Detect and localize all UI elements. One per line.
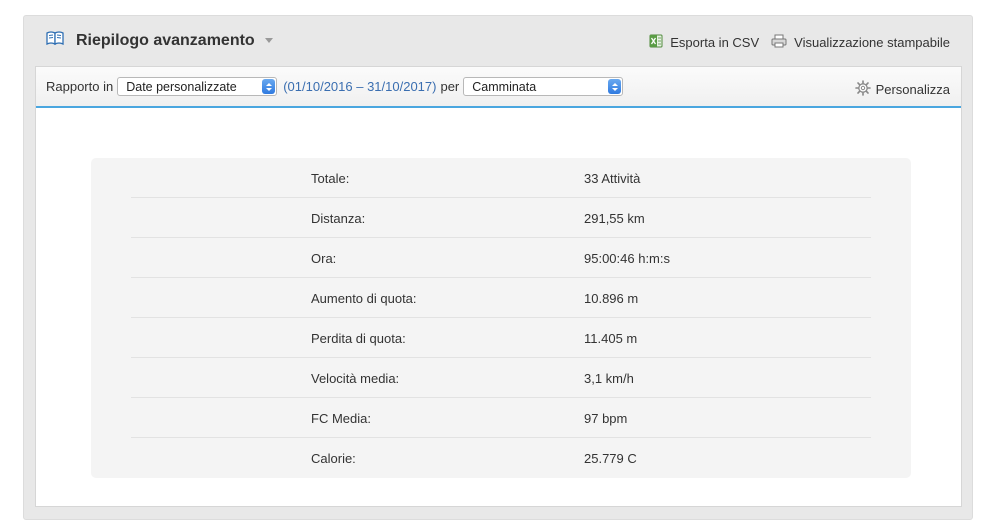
date-range-link[interactable]: (01/10/2016 – 31/10/2017) — [283, 79, 436, 94]
stat-row-distance: Distanza: 291,55 km — [131, 198, 871, 238]
report-in-label: Rapporto in — [46, 79, 114, 94]
stat-label: Distanza: — [311, 211, 366, 226]
report-panel: Rapporto in Date personalizzate (01/10/2… — [35, 66, 962, 507]
stat-label: Ora: — [311, 251, 337, 266]
customize-button[interactable]: Personalizza — [854, 80, 950, 99]
stat-value: 10.896 m — [584, 291, 639, 306]
stat-label: Totale: — [311, 171, 350, 186]
report-toolbar: Rapporto in Date personalizzate (01/10/2… — [36, 67, 961, 108]
activity-select-value: Camminata — [472, 79, 537, 94]
header-actions: Esporta in CSV Visualizzazione stampabil… — [649, 34, 950, 51]
stat-value: 3,1 km/h — [584, 371, 634, 386]
stat-value: 95:00:46 h:m:s — [584, 251, 670, 266]
stat-row-elevation-gain: Aumento di quota: 10.896 m — [131, 278, 871, 318]
excel-icon — [649, 34, 670, 51]
per-label: per — [440, 79, 460, 94]
export-csv-label: Esporta in CSV — [670, 35, 760, 50]
stat-row-elevation-loss: Perdita di quota: 11.405 m — [131, 318, 871, 358]
stat-label: Perdita di quota: — [311, 331, 406, 346]
title-dropdown[interactable]: Riepilogo avanzamento — [46, 31, 273, 50]
activity-type-select[interactable]: Camminata — [463, 77, 624, 96]
stat-value: 25.779 C — [584, 451, 637, 466]
stat-label: Aumento di quota: — [311, 291, 417, 306]
export-csv-button[interactable]: Esporta in CSV — [649, 34, 759, 51]
stat-row-avg-speed: Velocità media: 3,1 km/h — [131, 358, 871, 398]
printable-view-label: Visualizzazione stampabile — [794, 35, 950, 50]
select-arrows-icon — [608, 79, 622, 94]
stat-label: Velocità media: — [311, 371, 400, 386]
stat-value: 291,55 km — [584, 211, 645, 226]
widget-header: Riepilogo avanzamento Esporta in CSV Vis… — [24, 16, 972, 66]
stats-table: Totale: 33 Attività Distanza: 291,55 km … — [91, 158, 911, 478]
stat-row-avg-hr: FC Media: 97 bpm — [131, 398, 871, 438]
gear-icon — [854, 80, 876, 99]
stat-label: Calorie: — [311, 451, 356, 466]
stat-value: 11.405 m — [584, 331, 638, 346]
stat-value: 33 Attività — [584, 171, 641, 186]
period-select[interactable]: Date personalizzate — [117, 77, 278, 96]
stat-row-calories: Calorie: 25.779 C — [131, 438, 871, 478]
stat-row-total: Totale: 33 Attività — [131, 158, 871, 198]
select-arrows-icon — [262, 79, 276, 94]
printer-icon — [771, 34, 794, 51]
printable-view-button[interactable]: Visualizzazione stampabile — [771, 34, 950, 51]
period-select-value: Date personalizzate — [126, 79, 237, 94]
chevron-down-icon[interactable] — [264, 38, 273, 43]
progress-summary-widget: Riepilogo avanzamento Esporta in CSV Vis… — [23, 15, 973, 520]
stat-row-time: Ora: 95:00:46 h:m:s — [131, 238, 871, 278]
stat-label: FC Media: — [311, 411, 371, 426]
customize-label: Personalizza — [875, 82, 950, 97]
page-title: Riepilogo avanzamento — [76, 31, 255, 49]
book-icon — [46, 31, 76, 50]
stat-value: 97 bpm — [584, 411, 628, 426]
